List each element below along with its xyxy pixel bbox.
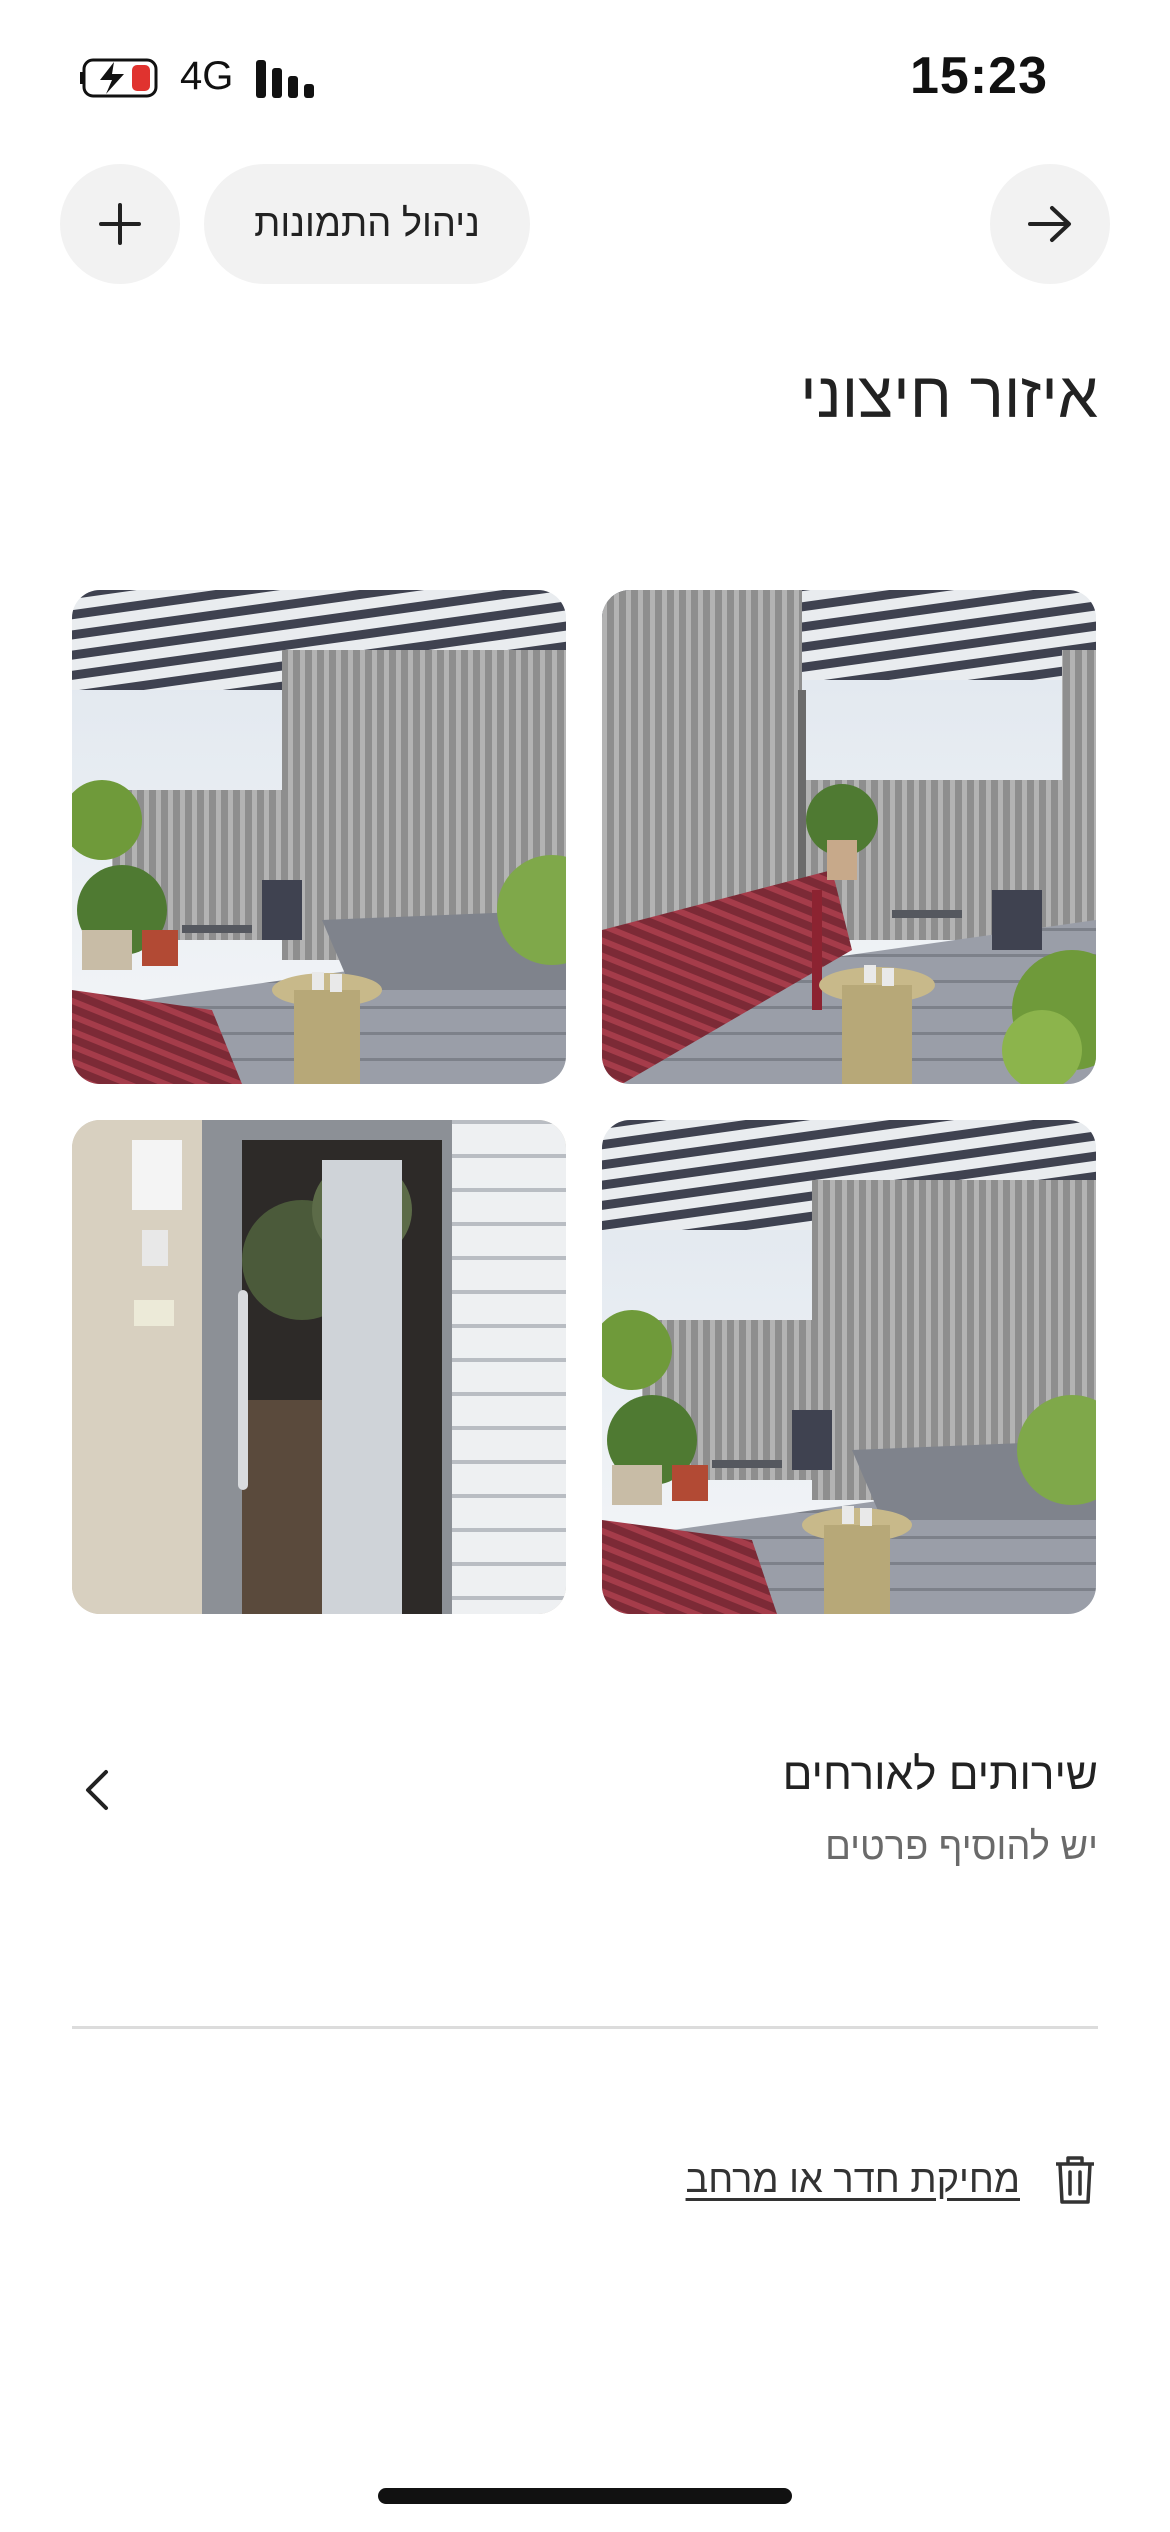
manage-photos-button[interactable]: ניהול התמונות [204, 164, 530, 284]
plus-icon [99, 203, 141, 245]
photo-terrace-red-bench[interactable] [602, 590, 1096, 1084]
photo-terrace-pergola[interactable] [72, 590, 566, 1084]
page-title: איזור חיצוני [800, 359, 1098, 431]
home-indicator [378, 2488, 792, 2504]
delete-room-link[interactable]: מחיקת חדר או מרחב [686, 2159, 1020, 2202]
section-title: שירותים לאורחים [782, 1750, 1098, 1799]
divider [72, 2026, 1098, 2029]
delete-room-button[interactable]: מחיקת חדר או מרחב [686, 2150, 1098, 2210]
section-subtitle: יש להוסיף פרטים [825, 1826, 1098, 1868]
battery-charging-icon [80, 58, 158, 98]
add-button[interactable] [60, 164, 180, 284]
status-bar: 4G 15:23 [0, 0, 1170, 150]
photo-terrace-wide[interactable] [602, 1120, 1096, 1614]
chevron-left-icon [86, 1770, 108, 1810]
signal-strength-icon [256, 60, 314, 98]
manage-photos-label: ניהול התמונות [254, 202, 480, 245]
network-type: 4G [180, 54, 234, 98]
clock: 15:23 [910, 47, 1048, 105]
trash-icon [1056, 2156, 1094, 2204]
photo-entrance-door[interactable] [72, 1120, 566, 1614]
arrow-right-icon [1028, 206, 1071, 242]
next-button[interactable] [990, 164, 1110, 284]
guest-services-row[interactable]: שירותים לאורחים יש להוסיף פרטים [72, 1750, 1098, 1910]
